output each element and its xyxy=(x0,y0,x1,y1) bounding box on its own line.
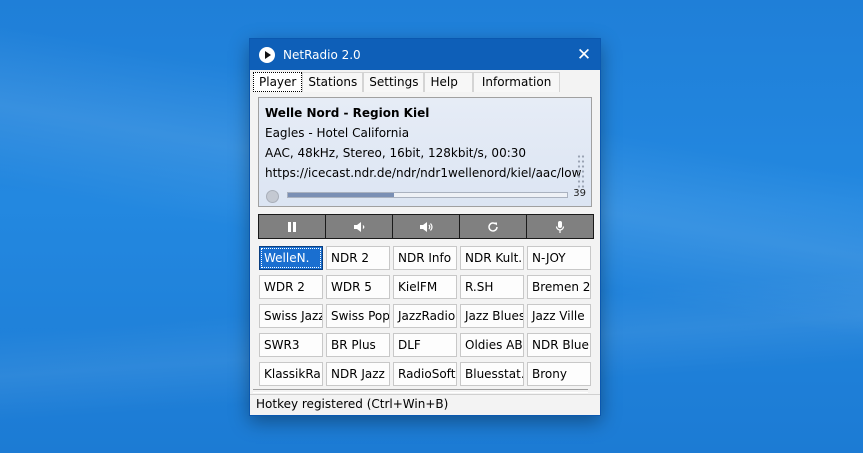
station-button[interactable]: NDR Blue xyxy=(527,333,591,357)
station-button[interactable]: NDR 2 xyxy=(326,246,390,270)
status-separator xyxy=(253,389,588,393)
volume-level: 39 xyxy=(573,188,586,199)
player-controls xyxy=(258,214,594,239)
station-button[interactable]: NDR Kult. xyxy=(460,246,524,270)
refresh-icon xyxy=(488,221,498,232)
station-button[interactable]: Swiss Jazz xyxy=(259,304,323,328)
station-button[interactable]: NDR Info xyxy=(393,246,457,270)
window-title: NetRadio 2.0 xyxy=(283,47,361,62)
speaker-high-icon xyxy=(420,221,433,232)
station-button[interactable]: WDR 2 xyxy=(259,275,323,299)
station-button[interactable]: R.SH xyxy=(460,275,524,299)
now-playing-panel: Welle Nord - Region Kiel Eagles - Hotel … xyxy=(258,97,592,207)
pause-icon xyxy=(288,221,296,232)
station-button[interactable]: DLF xyxy=(393,333,457,357)
pause-button[interactable] xyxy=(258,214,326,239)
station-button[interactable]: WelleN. xyxy=(259,246,323,270)
speaker-low-icon xyxy=(354,221,365,232)
reload-button[interactable] xyxy=(459,214,527,239)
tab-bar: Player Stations Settings Help Informatio… xyxy=(253,72,561,92)
microphone-icon xyxy=(555,220,565,233)
record-button[interactable] xyxy=(526,214,594,239)
station-name: Welle Nord - Region Kiel xyxy=(265,106,430,120)
station-button[interactable]: N-JOY xyxy=(527,246,591,270)
station-button[interactable]: KielFM xyxy=(393,275,457,299)
station-button[interactable]: NDR Jazz xyxy=(326,362,390,386)
station-button[interactable]: KlassikRa xyxy=(259,362,323,386)
tab-settings[interactable]: Settings xyxy=(363,72,425,92)
play-circle-icon xyxy=(259,46,275,63)
station-button[interactable]: Bremen 2 xyxy=(527,275,591,299)
stream-format: AAC, 48kHz, Stereo, 16bit, 128kbit/s, 00… xyxy=(265,146,527,160)
tab-information[interactable]: Information xyxy=(472,72,561,92)
station-button[interactable]: Brony xyxy=(527,362,591,386)
station-button[interactable]: WDR 5 xyxy=(326,275,390,299)
tab-help[interactable]: Help xyxy=(424,72,473,92)
station-button[interactable]: Oldies AB xyxy=(460,333,524,357)
volume-meter[interactable] xyxy=(577,154,585,190)
song-title: Eagles - Hotel California xyxy=(265,126,410,140)
station-button[interactable]: Swiss Pop xyxy=(326,304,390,328)
station-button[interactable]: Jazz Blues xyxy=(460,304,524,328)
station-button[interactable]: SWR3 xyxy=(259,333,323,357)
netradio-window: NetRadio 2.0 ✕ Player Stations Settings … xyxy=(249,38,601,416)
status-bar: Hotkey registered (Ctrl+Win+B) xyxy=(250,389,600,415)
volume-down-button[interactable] xyxy=(325,214,393,239)
title-bar[interactable]: NetRadio 2.0 ✕ xyxy=(250,39,600,70)
buffer-progress-fill xyxy=(288,193,395,197)
tab-player[interactable]: Player xyxy=(253,72,303,92)
station-button[interactable]: RadioSoft xyxy=(393,362,457,386)
station-grid: WelleN. NDR 2 NDR Info NDR Kult. N-JOY WDR 2W… xyxy=(259,246,591,386)
buffer-progress-bar xyxy=(287,192,568,198)
buffer-icon xyxy=(266,190,279,203)
station-button[interactable]: Bluesstat. xyxy=(460,362,524,386)
tab-stations[interactable]: Stations xyxy=(302,72,364,92)
status-text: Hotkey registered (Ctrl+Win+B) xyxy=(256,397,449,411)
volume-up-button[interactable] xyxy=(392,214,460,239)
station-button[interactable]: JazzRadio xyxy=(393,304,457,328)
close-button[interactable]: ✕ xyxy=(568,39,600,70)
station-button[interactable]: BR Plus xyxy=(326,333,390,357)
stream-url: https://icecast.ndr.de/ndr/ndr1wellenord… xyxy=(265,166,582,180)
station-button[interactable]: Jazz Ville xyxy=(527,304,591,328)
